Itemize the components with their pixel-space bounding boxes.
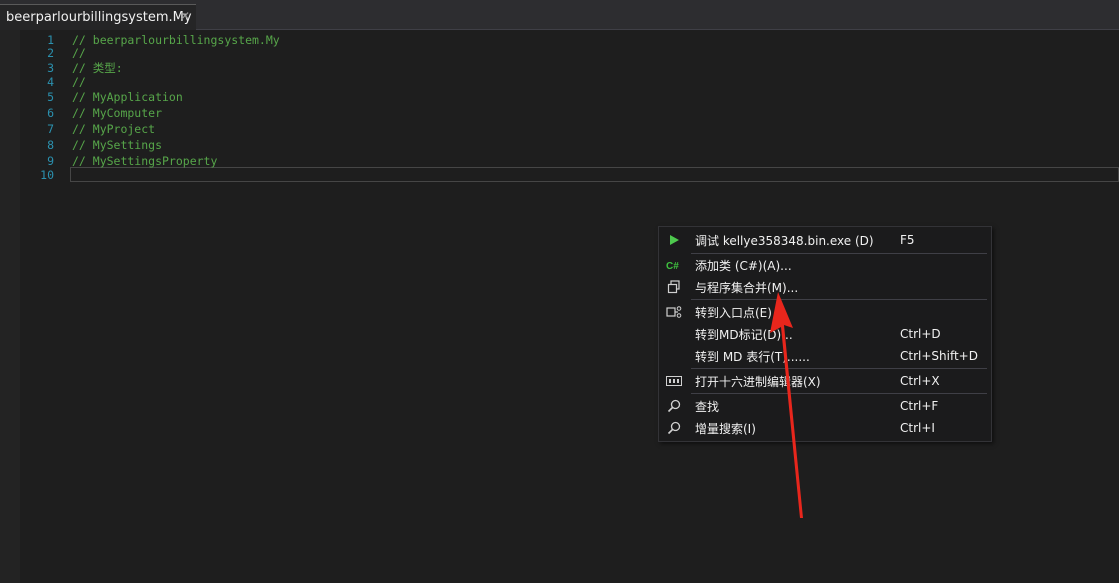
search-icon [666, 398, 682, 414]
entry-point-icon [666, 304, 682, 320]
line-number: 4 [47, 75, 54, 89]
menu-item-shortcut: Ctrl+Shift+D [900, 349, 978, 363]
code-line: 5 // MyApplication [20, 89, 1119, 105]
menu-item-label: 增量搜索(I) [695, 421, 756, 436]
menu-separator [691, 299, 987, 300]
menu-item-incremental-search[interactable]: 增量搜索(I) Ctrl+I [659, 417, 991, 439]
menu-item-shortcut: Ctrl+D [900, 327, 941, 341]
menu-item-add-class[interactable]: C# 添加类 (C#)(A)... [659, 254, 991, 276]
close-icon[interactable]: ✕ [178, 9, 192, 23]
play-icon [666, 232, 682, 248]
merge-icon [666, 279, 682, 295]
menu-item-open-hex-editor[interactable]: 打开十六进制编辑器(X) Ctrl+X [659, 370, 991, 392]
menu-item-go-to-md-token[interactable]: 转到MD标记(D)... Ctrl+D [659, 323, 991, 345]
search-icon [666, 420, 682, 436]
context-menu: 调试 kellye358348.bin.exe (D) F5 C# 添加类 (C… [658, 226, 992, 442]
menu-item-label: 打开十六进制编辑器(X) [695, 374, 821, 389]
menu-item-find[interactable]: 查找 Ctrl+F [659, 395, 991, 417]
document-tab[interactable]: beerparlourbillingsystem.My ✕ [0, 4, 196, 30]
menu-item-label: 转到入口点(E) [695, 305, 772, 320]
code-text: // MyApplication [72, 90, 183, 104]
menu-item-label: 转到 MD 表行(T)...... [695, 349, 810, 364]
menu-item-shortcut: Ctrl+F [900, 399, 939, 413]
code-line: 8 // MySettings [20, 137, 1119, 153]
code-line: 7 // MyProject [20, 121, 1119, 137]
menu-item-label: 与程序集合并(M)... [695, 280, 799, 295]
code-line: 2 // [20, 45, 1119, 61]
code-line: 6 // MyComputer [20, 105, 1119, 121]
menu-item-shortcut: F5 [900, 233, 915, 247]
line-number: 6 [47, 106, 54, 120]
line-number: 2 [47, 46, 54, 60]
menu-item-shortcut: Ctrl+X [900, 374, 940, 388]
line-number: 8 [47, 138, 54, 152]
code-text: // [72, 46, 86, 60]
menu-item-debug[interactable]: 调试 kellye358348.bin.exe (D) F5 [659, 229, 991, 251]
document-tab-title: beerparlourbillingsystem.My [6, 10, 192, 25]
code-line: 4 // [20, 74, 1119, 90]
line-number: 7 [47, 122, 54, 136]
menu-item-go-to-md-table-row[interactable]: 转到 MD 表行(T)...... Ctrl+Shift+D [659, 345, 991, 367]
hex-editor-icon [666, 373, 682, 389]
menu-separator [691, 393, 987, 394]
menu-item-shortcut: Ctrl+I [900, 421, 935, 435]
menu-item-label: 查找 [695, 399, 720, 414]
menu-item-label: 转到MD标记(D)... [695, 327, 793, 342]
code-text: // MySettings [72, 138, 163, 152]
line-number: 10 [40, 168, 54, 182]
csharp-icon: C# [666, 257, 682, 273]
svg-text:C#: C# [666, 261, 679, 271]
menu-item-merge-assembly[interactable]: 与程序集合并(M)... [659, 276, 991, 298]
code-text: // [72, 75, 86, 89]
code-text: // MyProject [72, 122, 156, 136]
document-tab-bar: beerparlourbillingsystem.My ✕ [0, 0, 1119, 30]
menu-item-label: 调试 kellye358348.bin.exe (D) [695, 233, 874, 248]
menu-item-label: 添加类 (C#)(A)... [695, 258, 792, 273]
line-number: 5 [47, 90, 54, 104]
code-text: // MyComputer [72, 106, 163, 120]
menu-item-go-to-entry-point[interactable]: 转到入口点(E) [659, 301, 991, 323]
code-line: 10 [20, 167, 1119, 183]
editor-margin [0, 30, 20, 583]
menu-separator [691, 368, 987, 369]
